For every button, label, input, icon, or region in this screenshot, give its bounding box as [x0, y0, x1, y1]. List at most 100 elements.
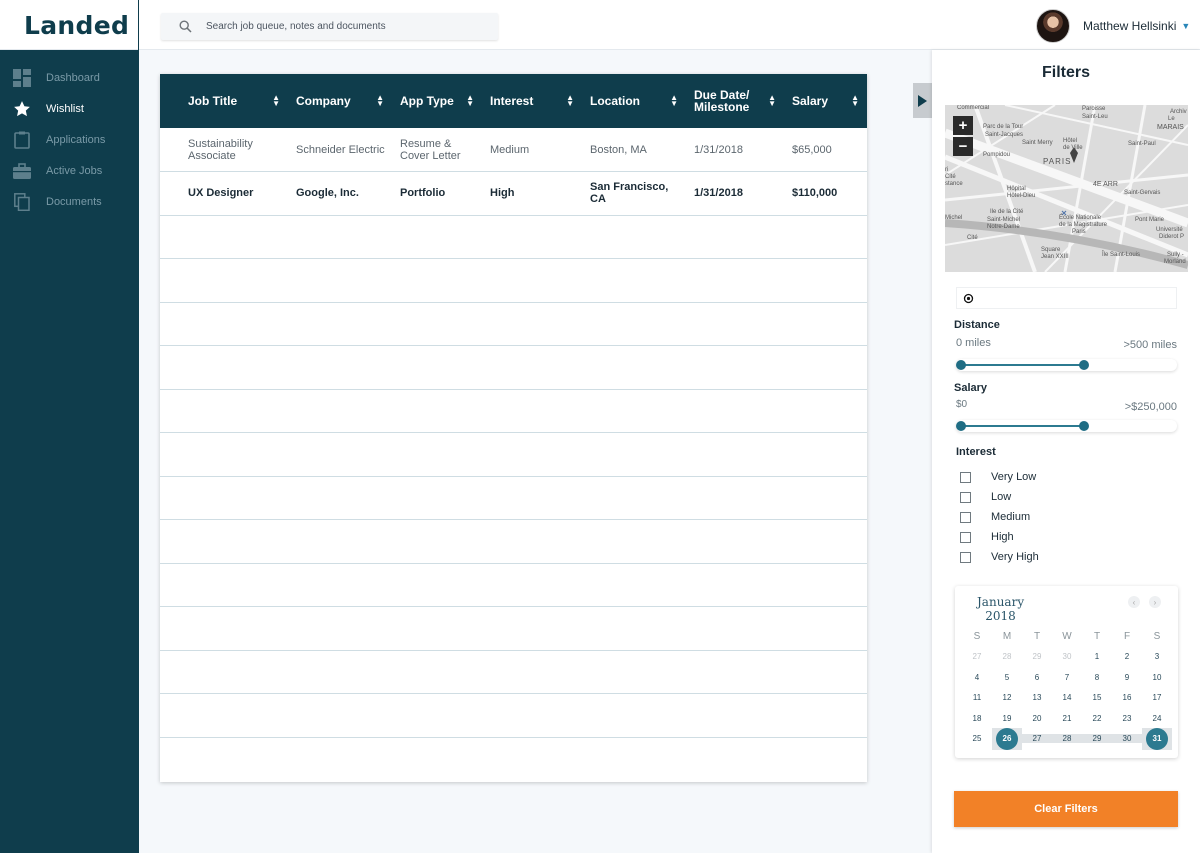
- sort-icon[interactable]: ▲ ▼: [466, 94, 474, 108]
- distance-min-handle[interactable]: [956, 360, 966, 370]
- calendar-day[interactable]: 12: [992, 693, 1022, 702]
- clear-filters-button[interactable]: Clear Filters: [954, 791, 1178, 827]
- empty-row: [160, 302, 867, 346]
- calendar-day[interactable]: 28: [1052, 734, 1082, 744]
- calendar-day[interactable]: 10: [1142, 673, 1172, 682]
- distance-max-handle[interactable]: [1079, 360, 1089, 370]
- table-row[interactable]: UX Designer Google, Inc. Portfolio High …: [160, 171, 867, 216]
- calendar-day[interactable]: 22: [1082, 714, 1112, 723]
- calendar-day[interactable]: 25: [962, 734, 992, 743]
- column-header-company[interactable]: Company ▲ ▼: [288, 74, 392, 128]
- sort-icon[interactable]: ▲ ▼: [851, 94, 859, 108]
- sidebar-item-wishlist[interactable]: Wishlist: [0, 93, 139, 124]
- cell-app-type: Portfolio: [392, 171, 482, 216]
- map-label: Saint Merry: [1022, 140, 1053, 146]
- user-name[interactable]: Matthew Hellsinki: [1083, 19, 1176, 33]
- checkbox[interactable]: [960, 491, 971, 503]
- calendar-day[interactable]: 4: [962, 673, 992, 682]
- checkbox[interactable]: [960, 511, 971, 523]
- calendar-day[interactable]: 21: [1052, 714, 1082, 723]
- calendar-day[interactable]: 23: [1112, 714, 1142, 723]
- sort-icon[interactable]: ▲ ▼: [670, 94, 678, 108]
- sidebar-item-dashboard[interactable]: Dashboard: [0, 62, 139, 93]
- sort-icon[interactable]: ▲ ▼: [272, 94, 280, 108]
- table-row[interactable]: Sustainability Associate Schneider Elect…: [160, 128, 867, 172]
- calendar-day[interactable]: 19: [992, 714, 1022, 723]
- chevron-right-icon[interactable]: ›: [1149, 596, 1161, 608]
- distance-slider[interactable]: [956, 359, 1177, 371]
- chevron-down-icon[interactable]: ▼: [1181, 21, 1190, 31]
- search-bar[interactable]: [161, 13, 498, 40]
- salary-min-label: $0: [956, 399, 968, 410]
- map-label: Parc de la Tour: [983, 124, 1024, 130]
- app-logo[interactable]: Landed: [0, 0, 139, 50]
- avatar[interactable]: [1036, 9, 1070, 43]
- sort-icon[interactable]: ▲ ▼: [566, 94, 574, 108]
- calendar-day[interactable]: 17: [1142, 693, 1172, 702]
- calendar-day[interactable]: 3: [1142, 652, 1172, 661]
- calendar-day[interactable]: 18: [962, 714, 992, 723]
- interest-option-high[interactable]: High: [960, 531, 1014, 543]
- calendar-day[interactable]: 15: [1082, 693, 1112, 702]
- search-icon: [179, 20, 192, 33]
- empty-row: [160, 606, 867, 651]
- cell-location: San Francisco, CA: [582, 171, 686, 216]
- calendar-day[interactable]: 31: [1142, 727, 1172, 750]
- interest-option-medium[interactable]: Medium: [960, 511, 1030, 523]
- calendar-day[interactable]: 5: [992, 673, 1022, 682]
- calendar-day[interactable]: 9: [1112, 673, 1142, 682]
- sort-icon[interactable]: ▲ ▼: [376, 94, 384, 108]
- salary-max-handle[interactable]: [1079, 421, 1089, 431]
- search-input[interactable]: [206, 21, 476, 32]
- sidebar-item-applications[interactable]: Applications: [0, 124, 139, 155]
- calendar-day[interactable]: 8: [1082, 673, 1112, 682]
- calendar-day[interactable]: 14: [1052, 693, 1082, 702]
- calendar-day[interactable]: 1: [1082, 652, 1112, 661]
- calendar-day[interactable]: 27: [1022, 734, 1052, 744]
- chevron-left-icon[interactable]: ‹: [1128, 596, 1140, 608]
- calendar-day[interactable]: 30: [1112, 734, 1142, 744]
- calendar-day[interactable]: 13: [1022, 693, 1052, 702]
- sidebar-item-documents[interactable]: Documents: [0, 186, 139, 217]
- interest-option-very-low[interactable]: Very Low: [960, 471, 1036, 483]
- collapse-filters-button[interactable]: [913, 83, 932, 118]
- column-header-interest[interactable]: Interest ▲ ▼: [482, 74, 582, 128]
- map-label: ri: [945, 167, 949, 173]
- interest-option-low[interactable]: Low: [960, 491, 1011, 503]
- sidebar-item-active-jobs[interactable]: Active Jobs: [0, 155, 139, 186]
- calendar-day[interactable]: 11: [962, 693, 992, 702]
- calendar-day[interactable]: 2: [1112, 652, 1142, 661]
- location-input[interactable]: [956, 287, 1177, 309]
- sort-icon[interactable]: ▲ ▼: [768, 94, 776, 108]
- cell-job-title: UX Designer: [160, 171, 288, 216]
- checkbox[interactable]: [960, 551, 971, 563]
- column-header-location[interactable]: Location ▲ ▼: [582, 74, 686, 128]
- jobs-table-card: Job Title ▲ ▼ Company ▲ ▼ App Type ▲ ▼ Interes…: [160, 74, 867, 782]
- column-header-salary[interactable]: Salary ▲ ▼: [784, 74, 867, 128]
- zoom-out-button[interactable]: −: [953, 137, 973, 156]
- interest-option-very-high[interactable]: Very High: [960, 551, 1039, 563]
- column-header-job-title[interactable]: Job Title ▲ ▼: [160, 74, 288, 128]
- calendar-day[interactable]: 28: [992, 652, 1022, 661]
- zoom-in-button[interactable]: +: [953, 116, 973, 135]
- column-header-app-type[interactable]: App Type ▲ ▼: [392, 74, 482, 128]
- distance-max-label: >500 miles: [1123, 339, 1177, 351]
- calendar-day[interactable]: 29: [1022, 652, 1052, 661]
- calendar-day[interactable]: 16: [1112, 693, 1142, 702]
- checkbox[interactable]: [960, 471, 971, 483]
- calendar-day[interactable]: 26: [992, 727, 1022, 750]
- column-header-due-date[interactable]: Due Date/ Milestone ▲ ▼: [686, 74, 784, 128]
- calendar-day[interactable]: 6: [1022, 673, 1052, 682]
- calendar-day[interactable]: 24: [1142, 714, 1172, 723]
- user-menu[interactable]: Matthew Hellsinki ▼: [1036, 9, 1190, 43]
- checkbox[interactable]: [960, 531, 971, 543]
- calendar-day[interactable]: 20: [1022, 714, 1052, 723]
- calendar-day[interactable]: 29: [1082, 734, 1112, 744]
- calendar-day[interactable]: 27: [962, 652, 992, 661]
- salary-min-handle[interactable]: [956, 421, 966, 431]
- empty-row: [160, 432, 867, 477]
- map[interactable]: Commercial Paroisse Saint-Leu Archiv Le …: [945, 105, 1188, 272]
- calendar-day[interactable]: 7: [1052, 673, 1082, 682]
- salary-slider[interactable]: [956, 420, 1177, 432]
- calendar-day[interactable]: 30: [1052, 652, 1082, 661]
